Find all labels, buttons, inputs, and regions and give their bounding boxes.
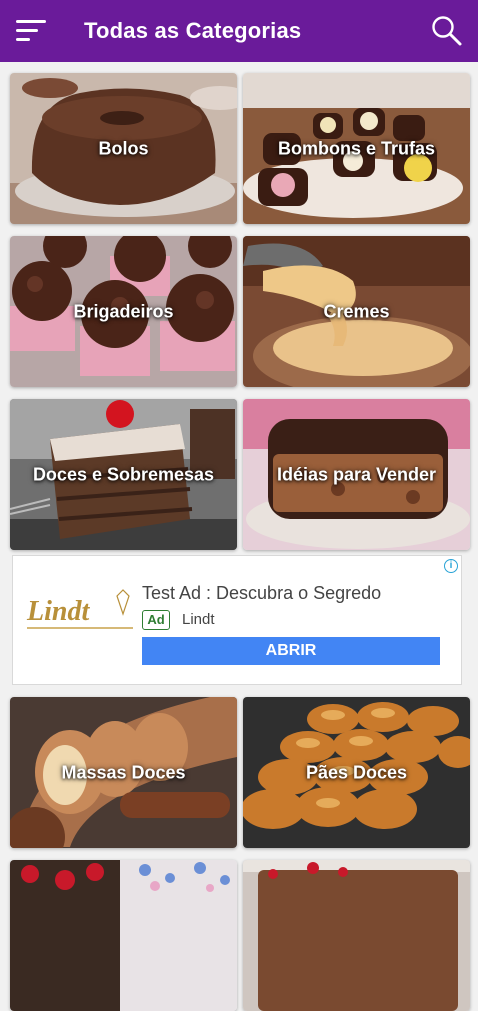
category-label: Bolos <box>98 138 149 158</box>
category-label: Cremes <box>323 301 390 321</box>
partial-left-image <box>10 860 237 1011</box>
category-label: Massas Doces <box>61 762 186 782</box>
ad-badge: Ad <box>142 610 170 630</box>
category-card-ideias-para-vender[interactable]: Idéias para Vender <box>243 399 470 550</box>
category-card-brigadeiros[interactable]: Brigadeiros <box>10 236 237 387</box>
category-card-bombons-e-trufas[interactable]: Bombons e Trufas <box>243 73 470 224</box>
category-card-paes-doces[interactable]: Pães Doces <box>243 697 470 848</box>
category-label: Bombons e Trufas <box>277 138 436 158</box>
svg-text:Lindt: Lindt <box>26 596 90 627</box>
category-card-bolos[interactable]: Bolos <box>10 73 237 224</box>
category-label: Brigadeiros <box>73 301 174 321</box>
page-title: Todas as Categorias <box>84 18 302 43</box>
lindt-logo: Lindt <box>26 589 133 629</box>
category-card-massas-doces[interactable]: Massas Doces <box>10 697 237 848</box>
app-bar: Todas as Categorias <box>0 0 478 62</box>
partial-right-image <box>243 860 470 1011</box>
category-card-cremes[interactable]: Cremes <box>243 236 470 387</box>
info-icon[interactable]: i <box>444 559 458 573</box>
menu-icon[interactable] <box>16 18 48 44</box>
ad-headline: Test Ad : Descubra o Segredo <box>142 583 382 603</box>
search-icon[interactable] <box>430 14 464 48</box>
ad-cta-button[interactable]: ABRIR <box>142 637 440 665</box>
category-label: Idéias para Vender <box>276 464 437 484</box>
category-card-partial-left[interactable] <box>10 860 237 1011</box>
category-label: Pães Doces <box>305 762 408 782</box>
category-card-partial-right[interactable] <box>243 860 470 1011</box>
category-card-doces-e-sobremesas[interactable]: Doces e Sobremesas <box>10 399 237 550</box>
category-label: Doces e Sobremesas <box>32 464 215 484</box>
ad-banner[interactable]: i Lindt Test Ad : Descubra o Segredo Ad … <box>12 555 462 685</box>
ad-advertiser: Lindt <box>182 611 215 628</box>
